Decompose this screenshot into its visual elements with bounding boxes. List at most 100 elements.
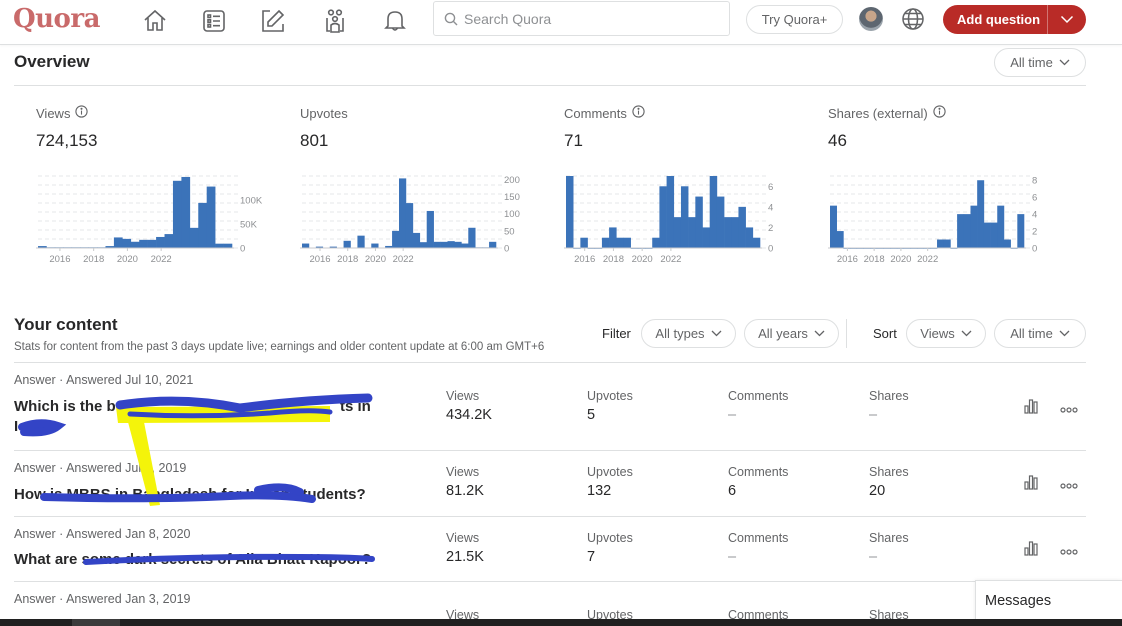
- chart-bar[interactable]: [1017, 214, 1025, 248]
- chart-bar[interactable]: [963, 214, 971, 248]
- stats-bar-chart-icon[interactable]: [1024, 541, 1038, 561]
- chart-bar[interactable]: [139, 239, 148, 248]
- chart-bar[interactable]: [731, 217, 739, 248]
- spaces-people-icon[interactable]: [320, 6, 350, 36]
- more-options-icon[interactable]: [1060, 542, 1078, 560]
- chart-bar[interactable]: [399, 178, 407, 248]
- chart-bar[interactable]: [566, 176, 574, 248]
- filter-type-dropdown[interactable]: All types: [641, 319, 736, 348]
- chart-bar[interactable]: [206, 186, 216, 248]
- chart-bar[interactable]: [673, 217, 682, 248]
- chart-bar[interactable]: [122, 238, 132, 248]
- chart-bar[interactable]: [223, 243, 233, 248]
- chart-bar[interactable]: [709, 176, 718, 248]
- add-question-label[interactable]: Add question: [943, 5, 1048, 34]
- chart-bar[interactable]: [468, 227, 476, 248]
- chart-bar[interactable]: [937, 239, 945, 248]
- chart-bar[interactable]: [156, 236, 165, 248]
- chart-bar[interactable]: [702, 227, 711, 248]
- chart-bar[interactable]: [652, 237, 660, 248]
- info-icon[interactable]: [632, 105, 645, 121]
- chart-bar[interactable]: [943, 239, 951, 248]
- home-icon[interactable]: [140, 6, 170, 36]
- chart-bar[interactable]: [724, 217, 732, 248]
- chart-bar[interactable]: [113, 237, 123, 248]
- content-question-title[interactable]: How is MBBS in Bangladesh for Indian stu…: [14, 484, 394, 504]
- chart-bar[interactable]: [181, 176, 191, 248]
- content-question-title[interactable]: Which is the best MBBS ... students in I…: [14, 396, 394, 416]
- chart-bar[interactable]: [405, 203, 414, 248]
- chart-bar[interactable]: [977, 180, 985, 248]
- chart-bar[interactable]: [688, 217, 696, 248]
- chart-bar[interactable]: [601, 237, 610, 248]
- chart-bar[interactable]: [392, 230, 400, 248]
- chart-bar[interactable]: [990, 222, 998, 248]
- question-title-text[interactable]: Which is the best MBBS ... students in I…: [14, 397, 335, 414]
- language-globe-icon[interactable]: [901, 7, 925, 36]
- chart-bar[interactable]: [716, 196, 725, 248]
- chart-bar[interactable]: [997, 205, 1005, 248]
- chart-bar[interactable]: [215, 243, 224, 248]
- chart-bar[interactable]: [623, 237, 631, 248]
- chart-bar[interactable]: [609, 227, 617, 248]
- taskbar-item[interactable]: [72, 619, 120, 626]
- chart-bar[interactable]: [357, 235, 365, 248]
- question-title-text[interactable]: What are some dark secrets of Alia Bhatt…: [14, 549, 371, 566]
- chart-bar[interactable]: [454, 241, 462, 248]
- info-icon[interactable]: [75, 105, 89, 121]
- more-options-icon[interactable]: [1060, 476, 1078, 494]
- try-quora-plus-button[interactable]: Try Quora+: [746, 5, 843, 34]
- quora-logo[interactable]: Quora: [13, 4, 100, 34]
- notifications-bell-icon[interactable]: [380, 6, 410, 36]
- chart-bar[interactable]: [412, 232, 421, 248]
- chart-bar[interactable]: [371, 243, 379, 248]
- chart-bar[interactable]: [616, 237, 624, 248]
- chart-bar[interactable]: [343, 240, 351, 248]
- chart-bar[interactable]: [426, 210, 434, 248]
- chart-bar[interactable]: [172, 180, 182, 248]
- overview-time-filter[interactable]: All time: [994, 48, 1086, 77]
- content-question-title[interactable]: What are some dark secrets of Alia Bhatt…: [14, 548, 394, 568]
- following-list-icon[interactable]: [199, 6, 229, 36]
- chart-bar[interactable]: [489, 241, 497, 248]
- edit-answer-icon[interactable]: [258, 6, 288, 36]
- sort-by-dropdown[interactable]: Views: [906, 319, 986, 348]
- chart-bar[interactable]: [130, 241, 140, 248]
- chart-bar[interactable]: [189, 227, 199, 248]
- chart-bar[interactable]: [970, 205, 978, 248]
- chart-bar[interactable]: [419, 242, 428, 248]
- add-question-button[interactable]: Add question: [943, 5, 1086, 34]
- chart-bar[interactable]: [695, 196, 703, 248]
- stats-bar-chart-icon[interactable]: [1024, 399, 1038, 419]
- filter-years-dropdown[interactable]: All years: [744, 319, 839, 348]
- search-box[interactable]: [433, 1, 730, 36]
- chart-bar[interactable]: [580, 237, 588, 248]
- chart-bar[interactable]: [738, 206, 746, 248]
- chart-bar[interactable]: [680, 186, 689, 248]
- chart-bar[interactable]: [147, 239, 157, 248]
- chart-bar[interactable]: [752, 237, 761, 248]
- chart-bar[interactable]: [666, 176, 675, 248]
- chart-bar[interactable]: [198, 202, 207, 248]
- add-question-dropdown[interactable]: [1048, 15, 1086, 24]
- chart-bar[interactable]: [836, 231, 844, 248]
- more-options-icon[interactable]: [1060, 400, 1078, 418]
- chart-bar[interactable]: [745, 227, 754, 248]
- chart-bar[interactable]: [830, 205, 837, 248]
- chart-bar[interactable]: [447, 241, 455, 248]
- search-input[interactable]: [464, 10, 714, 27]
- stats-bar-chart-icon[interactable]: [1024, 475, 1038, 495]
- chart-bar[interactable]: [659, 186, 667, 248]
- chart-bar[interactable]: [433, 241, 441, 248]
- chart-bar[interactable]: [983, 222, 991, 248]
- chart-bar[interactable]: [302, 243, 310, 248]
- chart-bar[interactable]: [440, 241, 448, 248]
- question-title-text[interactable]: How is MBBS in Bangladesh for Indian stu…: [14, 485, 366, 502]
- user-avatar[interactable]: [859, 7, 883, 31]
- info-icon[interactable]: [933, 105, 946, 121]
- chart-bar[interactable]: [461, 243, 469, 248]
- chart-bar[interactable]: [957, 214, 965, 248]
- sort-time-dropdown[interactable]: All time: [994, 319, 1086, 348]
- chart-bar[interactable]: [1003, 239, 1011, 248]
- chart-bar[interactable]: [164, 234, 174, 248]
